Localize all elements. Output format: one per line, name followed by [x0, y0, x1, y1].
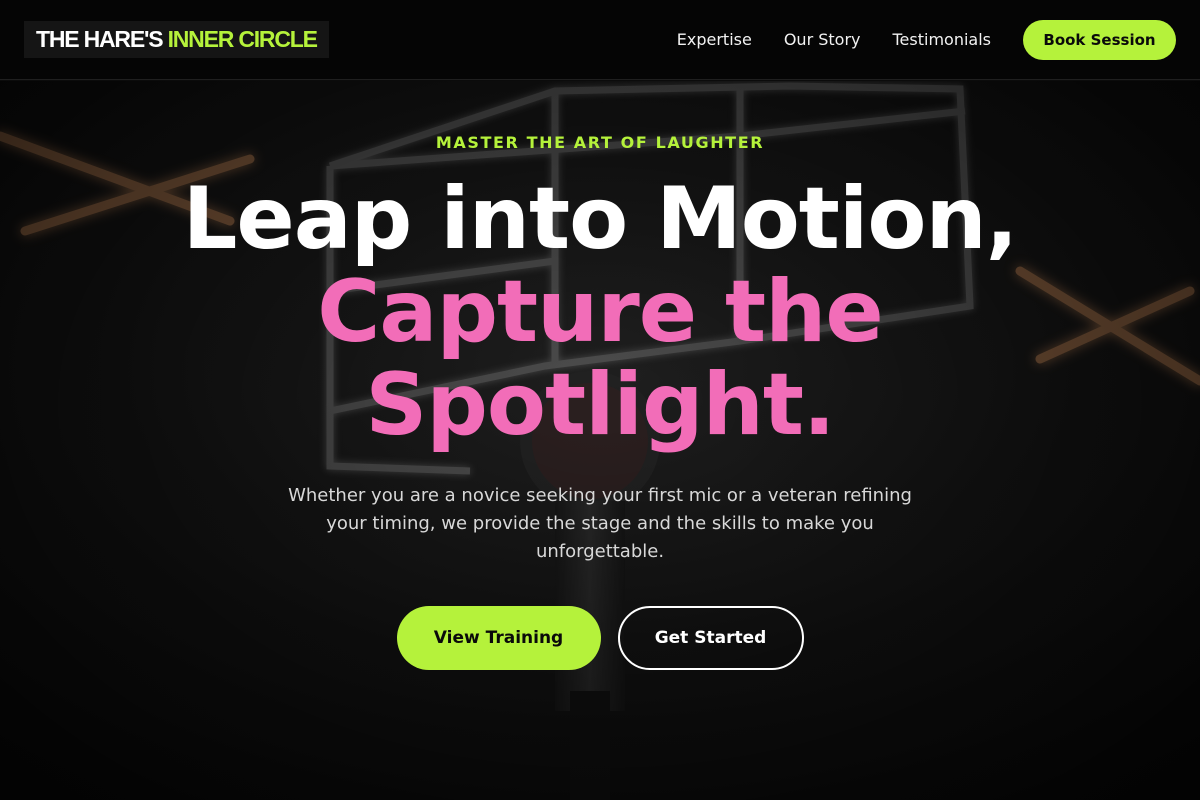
get-started-button[interactable]: Get Started: [617, 606, 804, 670]
headline-line-2: Capture the: [317, 262, 883, 362]
brand-name-accent: INNER CIRCLE: [167, 26, 318, 52]
nav-link-testimonials[interactable]: Testimonials: [893, 30, 992, 49]
hero-cta-group: View Training Get Started: [0, 606, 1200, 670]
nav-link-our-story[interactable]: Our Story: [784, 30, 861, 49]
hero-eyebrow: MASTER THE ART OF LAUGHTER: [435, 133, 765, 152]
hero-section: MASTER THE ART OF LAUGHTER Leap into Mot…: [0, 81, 1200, 800]
headline-line-1: Leap into Motion,: [182, 169, 1019, 269]
main-nav: Expertise Our Story Testimonials Book Se…: [677, 19, 1176, 60]
hero-subtext: Whether you are a novice seeking your fi…: [288, 485, 912, 562]
brand-name-primary: THE HARE'S: [36, 26, 164, 52]
book-session-button[interactable]: Book Session: [1023, 19, 1176, 60]
view-training-button[interactable]: View Training: [396, 606, 601, 670]
site-header: THE HARE'S INNER CIRCLE Expertise Our St…: [0, 0, 1200, 80]
nav-link-expertise[interactable]: Expertise: [677, 30, 752, 49]
brand-logo[interactable]: THE HARE'S INNER CIRCLE: [24, 21, 329, 58]
headline-line-3: Spotlight.: [365, 355, 835, 455]
hero-headline: Leap into Motion, Capture the Spotlight.: [0, 173, 1200, 452]
